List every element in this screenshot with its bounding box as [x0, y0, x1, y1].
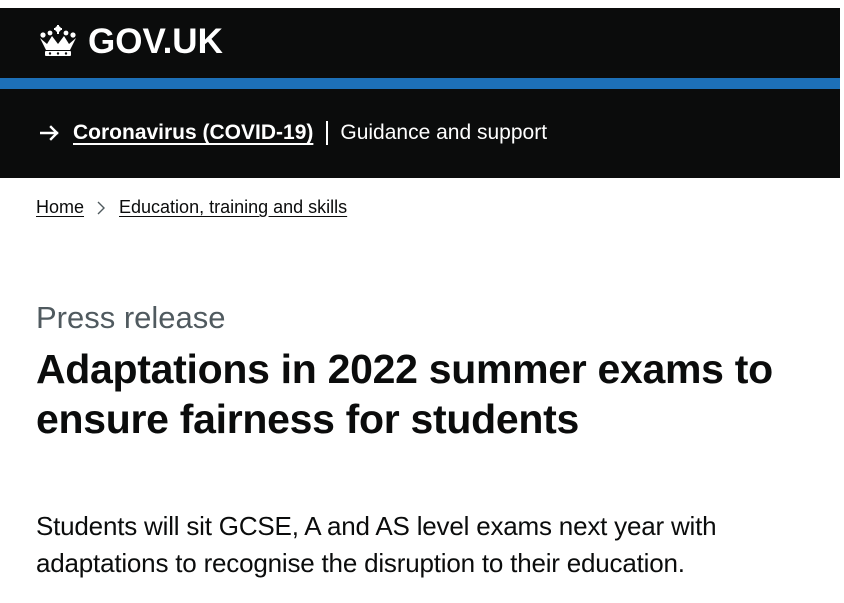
chevron-right-icon	[84, 201, 119, 215]
arrow-right-icon	[40, 125, 73, 141]
page-edge	[840, 0, 844, 603]
page-title: Adaptations in 2022 summer exams to ensu…	[36, 346, 773, 442]
accent-bar	[0, 78, 840, 89]
lead-paragraph: Students will sit GCSE, A and AS level e…	[36, 511, 717, 578]
top-strip	[0, 0, 844, 8]
breadcrumb: Home Education, training and skills	[36, 197, 347, 218]
breadcrumb-education-link[interactable]: Education, training and skills	[119, 197, 347, 218]
govuk-logo-link[interactable]: GOV.UK	[36, 20, 223, 64]
covid-subtitle: Guidance and support	[340, 121, 548, 144]
logo-text: GOV.UK	[88, 22, 223, 61]
page-caption: Press release	[36, 300, 226, 335]
covid-link[interactable]: Coronavirus (COVID-19)	[73, 121, 313, 145]
covid-banner: Coronavirus (COVID-19) Guidance and supp…	[0, 89, 840, 178]
site-header: GOV.UK	[0, 8, 840, 80]
covid-divider	[326, 121, 329, 145]
breadcrumb-home-link[interactable]: Home	[36, 197, 84, 218]
crown-icon	[36, 24, 80, 60]
covid-banner-content: Coronavirus (COVID-19) Guidance and supp…	[40, 119, 547, 147]
